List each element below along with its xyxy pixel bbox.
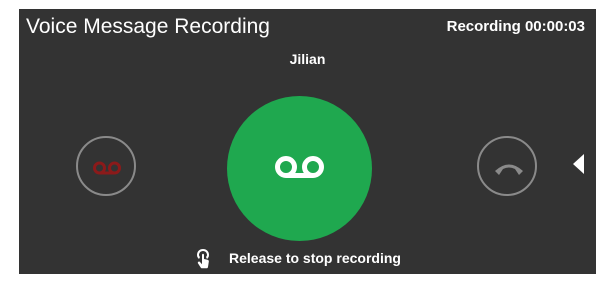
page-title: Voice Message Recording [26,15,270,38]
voicemail-icon [275,156,324,178]
hang-up-button[interactable] [477,136,537,196]
voice-recording-panel: Voice Message Recording Recording 00:00:… [19,9,596,274]
phone-hangup-icon [495,164,523,175]
voicemail-button[interactable] [76,136,136,196]
touch-hand-icon [197,249,209,269]
recording-timer: Recording 00:00:03 [446,18,585,35]
contact-name: Jilian [289,51,326,67]
triangle-left-icon[interactable] [573,154,584,174]
hint-text: Release to stop recording [229,250,401,266]
record-button[interactable] [227,96,372,241]
voicemail-icon [93,161,121,175]
